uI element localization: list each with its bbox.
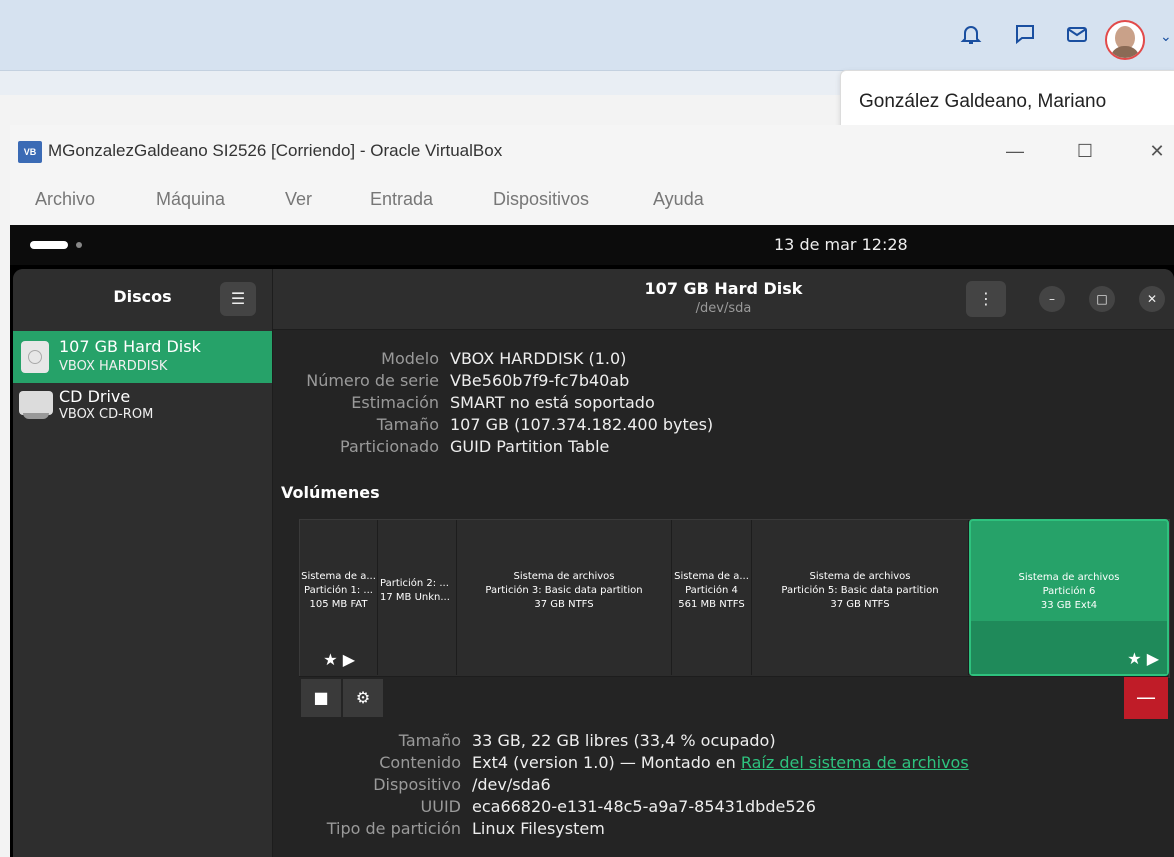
- disks-sidebar: Discos ☰ 107 GB Hard Disk VBOX HARDDISK …: [13, 269, 273, 857]
- menu-dispositivos[interactable]: Dispositivos: [493, 189, 589, 210]
- label-size: Tamaño: [376, 415, 439, 434]
- app-minimize-button[interactable]: –: [1039, 286, 1065, 312]
- chat-icon[interactable]: [1012, 22, 1038, 48]
- value-serial: VBe560b7f9-fc7b40ab: [450, 371, 630, 390]
- partition-6-label: Sistema de archivos Partición 6 33 GB Ex…: [1018, 572, 1120, 611]
- partition-3-label: Sistema de archivos Partición 3: Basic d…: [485, 571, 643, 610]
- clock[interactable]: 13 de mar 12:28: [774, 235, 908, 254]
- partition-6[interactable]: Sistema de archivos Partición 6 33 GB Ex…: [969, 519, 1169, 676]
- activities-indicator[interactable]: [30, 241, 68, 249]
- virtualbox-icon: VB: [18, 141, 42, 163]
- partition-1-label: Sistema de a... Partición 1: ... 105 MB …: [301, 571, 376, 610]
- partition-4[interactable]: Sistema de a... Partición 4 561 MB NTFS: [672, 520, 752, 675]
- user-menu-popup[interactable]: González Galdeano, Mariano: [840, 70, 1174, 130]
- sidebar-item-hard-disk[interactable]: 107 GB Hard Disk VBOX HARDDISK: [13, 331, 272, 383]
- volumes-heading: Volúmenes: [281, 483, 380, 502]
- mount-point-link[interactable]: Raíz del sistema de archivos: [741, 753, 969, 772]
- virtualbox-window: VB MGonzalezGaldeano SI2526 [Corriendo] …: [10, 125, 1174, 857]
- partition-5-label: Sistema de archivos Partición 5: Basic d…: [781, 571, 939, 610]
- partition-3[interactable]: Sistema de archivos Partición 3: Basic d…: [457, 520, 672, 675]
- label-partition-type: Tipo de partición: [326, 819, 461, 838]
- label-partitioning: Particionado: [340, 437, 439, 456]
- menu-bar: Archivo Máquina Ver Entrada Dispositivos…: [10, 177, 1174, 225]
- main-header: 107 GB Hard Disk /dev/sda ⋮ – □ ✕: [273, 269, 1174, 330]
- partition-4-label: Sistema de a... Partición 4 561 MB NTFS: [674, 571, 749, 610]
- mounted-star-icon: ★ ▶: [1127, 649, 1159, 668]
- maximize-button[interactable]: ☐: [1070, 137, 1100, 165]
- window-titlebar: VB MGonzalezGaldeano SI2526 [Corriendo] …: [10, 125, 1174, 177]
- guest-screen[interactable]: 13 de mar 12:28 Discos ☰ 107 GB Hard Dis…: [10, 225, 1174, 857]
- partition-2[interactable]: Partición 2: ... 17 MB Unkn...: [378, 520, 457, 675]
- partition-1[interactable]: Sistema de a... Partición 1: ... 105 MB …: [300, 520, 378, 675]
- value-partition-type: Linux Filesystem: [472, 819, 605, 838]
- web-app-header: ⌄: [0, 0, 1174, 71]
- app-close-button[interactable]: ✕: [1139, 286, 1165, 312]
- gear-icon[interactable]: ⚙: [343, 679, 383, 717]
- label-model: Modelo: [381, 349, 439, 368]
- drive-model: VBOX CD-ROM: [59, 407, 154, 422]
- user-name: González Galdeano, Mariano: [859, 91, 1107, 112]
- partition-2-label: Partición 2: ... 17 MB Unkn...: [380, 578, 450, 603]
- sidebar-header: Discos ☰: [13, 269, 272, 329]
- sidebar-item-cd-drive[interactable]: CD Drive VBOX CD-ROM: [13, 383, 272, 435]
- close-button[interactable]: ✕: [1142, 137, 1172, 165]
- value-assessment: SMART no está soportado: [450, 393, 655, 412]
- value-size: 107 GB (107.374.182.400 bytes): [450, 415, 714, 434]
- value-device: /dev/sda6: [472, 775, 551, 794]
- volumes-graph: Sistema de a... Partición 1: ... 105 MB …: [299, 519, 1170, 678]
- value-contents: Ext4 (version 1.0) — Montado en Raíz del…: [472, 753, 969, 772]
- bell-icon[interactable]: [958, 22, 984, 48]
- avatar[interactable]: [1105, 20, 1145, 60]
- window-title: MGonzalezGaldeano SI2526 [Corriendo] - O…: [48, 141, 503, 160]
- mail-icon[interactable]: [1064, 22, 1090, 48]
- label-contents: Contenido: [379, 753, 461, 772]
- volume-toolbar: ■ ⚙ —: [299, 676, 1168, 719]
- value-part-size: 33 GB, 22 GB libres (33,4 % ocupado): [472, 731, 776, 750]
- app-maximize-button[interactable]: □: [1089, 286, 1115, 312]
- value-model: VBOX HARDDISK (1.0): [450, 349, 627, 368]
- drive-model: VBOX HARDDISK: [59, 359, 168, 374]
- label-device: Dispositivo: [373, 775, 461, 794]
- drive-name: CD Drive: [59, 387, 131, 406]
- mounted-star-icon: ★ ▶: [323, 650, 355, 669]
- partition-5[interactable]: Sistema de archivos Partición 5: Basic d…: [752, 520, 969, 675]
- menu-entrada[interactable]: Entrada: [370, 189, 433, 210]
- menu-ver[interactable]: Ver: [285, 189, 312, 210]
- menu-archivo[interactable]: Archivo: [35, 189, 95, 210]
- label-uuid: UUID: [420, 797, 461, 816]
- chevron-down-icon[interactable]: ⌄: [1160, 28, 1172, 45]
- disks-app: Discos ☰ 107 GB Hard Disk VBOX HARDDISK …: [13, 269, 1174, 857]
- value-uuid: eca66820-e131-48c5-a9a7-85431dbde526: [472, 797, 816, 816]
- label-serial: Número de serie: [306, 371, 439, 390]
- delete-partition-button[interactable]: —: [1124, 677, 1168, 719]
- label-assessment: Estimación: [351, 393, 439, 412]
- hamburger-menu-button[interactable]: ☰: [220, 282, 256, 316]
- value-partitioning: GUID Partition Table: [450, 437, 610, 456]
- menu-maquina[interactable]: Máquina: [156, 189, 225, 210]
- cd-drive-icon: [19, 391, 53, 419]
- menu-ayuda[interactable]: Ayuda: [653, 189, 704, 210]
- label-part-size: Tamaño: [398, 731, 461, 750]
- drive-name: 107 GB Hard Disk: [59, 337, 201, 356]
- gnome-top-bar: 13 de mar 12:28: [10, 225, 1174, 265]
- disk-options-menu-button[interactable]: ⋮: [966, 281, 1006, 317]
- minimize-button[interactable]: —: [1000, 137, 1030, 165]
- stop-button[interactable]: ■: [301, 679, 341, 717]
- workspace-dot: [76, 242, 82, 248]
- hard-disk-icon: [21, 341, 49, 373]
